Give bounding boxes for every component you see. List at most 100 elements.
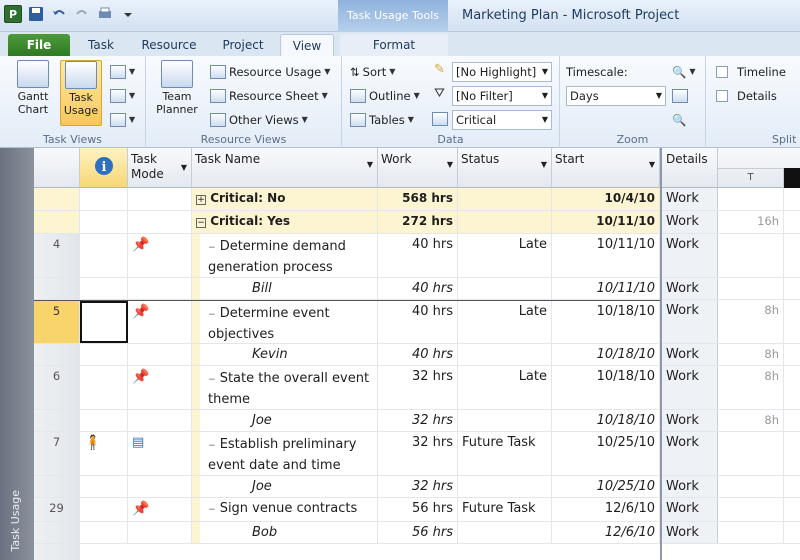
resource-name-cell[interactable]: Bob	[192, 522, 378, 543]
redo-icon[interactable]	[73, 5, 91, 23]
network-diagram-button[interactable]: ▼	[110, 62, 135, 82]
status-cell[interactable]	[458, 344, 552, 365]
status-cell[interactable]	[458, 522, 552, 543]
collapse-icon[interactable]: −	[208, 505, 216, 515]
zoom-button[interactable]: 🔍 ▼	[672, 62, 695, 82]
team-planner-button[interactable]: Team Planner	[156, 60, 198, 126]
work-cell[interactable]: 32 hrs	[378, 432, 458, 475]
task-name-cell[interactable]: − Determine demand generation process	[192, 234, 378, 277]
timephased-value[interactable]	[718, 522, 784, 543]
timeline-checkbox-box[interactable]	[716, 66, 728, 78]
start-cell[interactable]: 12/6/10	[552, 498, 660, 521]
tables-button[interactable]: Tables ▼	[350, 110, 414, 130]
gantt-chart-button[interactable]: Gantt Chart	[12, 60, 54, 126]
task-mode-cell[interactable]: 📌	[128, 234, 192, 277]
timephased-row[interactable]: Work	[662, 234, 800, 278]
tab-file[interactable]: File	[8, 34, 70, 56]
timephased-row[interactable]: Work 16h	[662, 211, 800, 234]
details-header[interactable]: Details	[662, 148, 718, 188]
resource-name-cell[interactable]: Bill	[192, 278, 378, 299]
outline-button[interactable]: Outline ▼	[350, 86, 420, 106]
selected-indicator-cell[interactable]	[80, 301, 128, 343]
timephased-row[interactable]: Work	[662, 278, 800, 300]
start-cell[interactable]: 10/11/10	[552, 278, 660, 299]
start-cell[interactable]: 10/4/10	[552, 188, 660, 210]
task-name-cell[interactable]: − Determine event objectives	[192, 301, 378, 343]
start-cell[interactable]: 10/11/10	[552, 234, 660, 277]
work-cell[interactable]: 32 hrs	[378, 410, 458, 431]
timephased-value[interactable]: 8h	[718, 410, 784, 431]
work-cell[interactable]: 56 hrs	[378, 498, 458, 521]
indicator-cell[interactable]: 🧍	[80, 432, 128, 475]
timescale-select[interactable]: Days ▼	[566, 86, 666, 106]
status-cell[interactable]	[458, 410, 552, 431]
start-cell[interactable]: 10/25/10	[552, 476, 660, 497]
resource-sheet-button[interactable]: Resource Sheet ▼	[210, 86, 328, 106]
resource-usage-button[interactable]: Resource Usage ▼	[210, 62, 330, 82]
task-name-cell[interactable]: − Critical: Yes	[192, 211, 378, 233]
status-header[interactable]: Status ▼	[458, 148, 552, 188]
task-name-cell[interactable]: − Sign venue contracts	[192, 498, 378, 521]
task-row-partial[interactable]	[34, 544, 660, 560]
assignment-row[interactable]: Bob 56 hrs 12/6/10	[34, 522, 660, 544]
collapse-icon[interactable]: −	[196, 218, 206, 228]
work-cell[interactable]: 40 hrs	[378, 234, 458, 277]
timephased-row[interactable]: Work	[662, 432, 800, 476]
assignment-row[interactable]: Joe 32 hrs 10/25/10	[34, 476, 660, 498]
status-cell[interactable]: Future Task	[458, 432, 552, 475]
start-cell[interactable]: 10/18/10	[552, 366, 660, 409]
task-row[interactable]: 29 📌 − Sign venue contracts 56 hrs Futur…	[34, 498, 660, 522]
status-cell[interactable]: Future Task	[458, 498, 552, 521]
status-cell[interactable]: Late	[458, 234, 552, 277]
start-cell[interactable]: 10/18/10	[552, 301, 660, 343]
view-bar[interactable]: Task Usage	[0, 148, 34, 560]
status-cell[interactable]	[458, 476, 552, 497]
tab-view[interactable]: View	[280, 34, 334, 56]
start-header[interactable]: Start ▼	[552, 148, 660, 188]
timephased-value[interactable]: 16h	[718, 211, 784, 233]
print-preview-icon[interactable]	[96, 5, 114, 23]
task-name-filter-icon[interactable]: ▼	[367, 160, 373, 169]
status-cell[interactable]	[458, 188, 552, 210]
timephased-value[interactable]: 8h	[718, 366, 784, 409]
details-checkbox-box[interactable]	[716, 90, 728, 102]
work-cell[interactable]: 40 hrs	[378, 278, 458, 299]
undo-icon[interactable]	[50, 5, 68, 23]
status-filter-icon[interactable]: ▼	[541, 160, 547, 169]
collapse-icon[interactable]: −	[208, 375, 216, 385]
work-cell[interactable]: 40 hrs	[378, 344, 458, 365]
start-cell[interactable]: 10/11/10	[552, 211, 660, 233]
group-row-critical-yes[interactable]: − Critical: Yes 272 hrs 10/11/10	[34, 211, 660, 234]
timeline-checkbox[interactable]: Timeline	[716, 62, 786, 82]
task-row[interactable]: 7 🧍 ▤ − Establish preliminary event date…	[34, 432, 660, 476]
task-mode-filter-icon[interactable]: ▼	[181, 160, 187, 175]
customize-qat-icon[interactable]	[119, 5, 137, 23]
start-cell[interactable]: 12/6/10	[552, 522, 660, 543]
status-cell[interactable]: Late	[458, 301, 552, 343]
work-cell[interactable]: 56 hrs	[378, 522, 458, 543]
work-cell[interactable]: 272 hrs	[378, 211, 458, 233]
timephased-value[interactable]: 8h	[718, 344, 784, 365]
timephased-value[interactable]	[718, 188, 784, 210]
timephased-value[interactable]	[718, 476, 784, 497]
timephased-value[interactable]	[718, 278, 784, 299]
task-name-header[interactable]: Task Name ▼	[192, 148, 378, 188]
tab-resource[interactable]: Resource	[134, 34, 204, 56]
details-checkbox[interactable]: Details	[716, 86, 777, 106]
timephased-row[interactable]: Work	[662, 498, 800, 522]
start-cell[interactable]: 10/18/10	[552, 344, 660, 365]
task-row[interactable]: 4 📌 − Determine demand generation proces…	[34, 234, 660, 278]
work-header[interactable]: Work ▼	[378, 148, 458, 188]
other-views-button[interactable]: Other Views ▼	[210, 110, 308, 130]
work-cell[interactable]: 40 hrs	[378, 301, 458, 343]
timephased-row[interactable]: Work	[662, 188, 800, 211]
status-cell[interactable]: Late	[458, 366, 552, 409]
select-all-header[interactable]	[34, 148, 80, 188]
task-usage-button[interactable]: Task Usage	[60, 60, 102, 126]
status-cell[interactable]	[458, 211, 552, 233]
expand-icon[interactable]: +	[196, 195, 206, 205]
collapse-icon[interactable]: −	[208, 441, 216, 451]
timephased-row[interactable]: Work	[662, 476, 800, 498]
resource-name-cell[interactable]: Joe	[192, 410, 378, 431]
person-indicator-icon[interactable]: 🧍	[84, 435, 101, 451]
